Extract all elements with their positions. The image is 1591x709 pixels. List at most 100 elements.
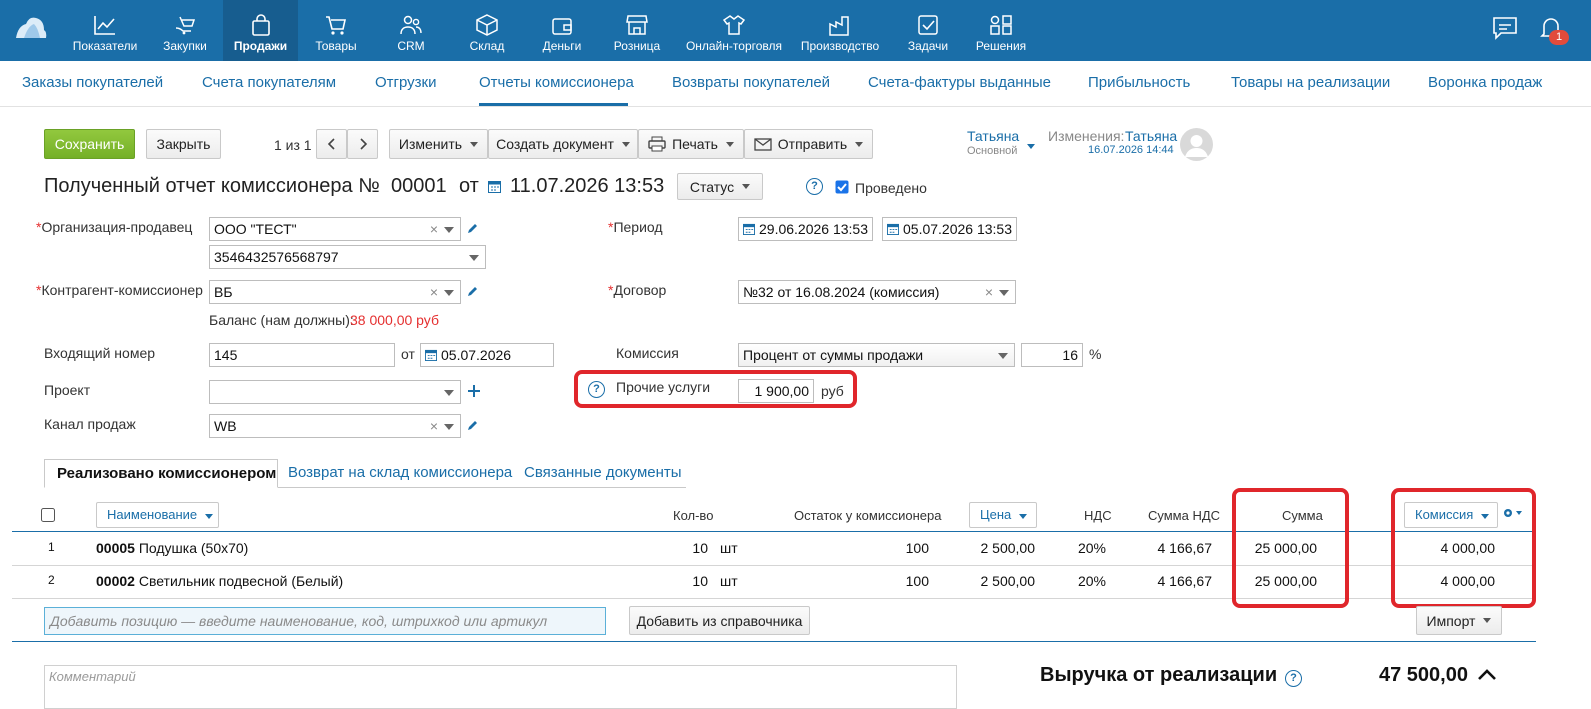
posted-checkbox[interactable] xyxy=(835,180,849,194)
calendar-icon[interactable] xyxy=(887,223,899,235)
nav-item-crm[interactable]: CRM xyxy=(378,0,444,61)
chevron-up-icon[interactable] xyxy=(1477,667,1497,681)
dropdown-arrow-icon[interactable] xyxy=(444,424,454,430)
subnav-shipments[interactable]: Отгрузки xyxy=(375,74,437,91)
close-button[interactable]: Закрыть xyxy=(146,129,221,159)
help-icon[interactable]: ? xyxy=(1285,670,1302,687)
commission-percent-input[interactable]: 16 xyxy=(1021,343,1083,367)
import-button[interactable]: Импорт xyxy=(1416,606,1502,635)
clear-icon[interactable]: × xyxy=(985,284,993,300)
highlight-commission-column xyxy=(1391,488,1536,608)
incoming-date-input[interactable]: 05.07.2026 xyxy=(420,343,554,367)
save-button[interactable]: Сохранить xyxy=(44,129,135,159)
clear-icon[interactable]: × xyxy=(430,284,438,300)
chat-icon[interactable] xyxy=(1492,16,1518,40)
nav-item-purchases[interactable]: Закупки xyxy=(152,0,218,61)
dropdown-arrow-icon[interactable] xyxy=(999,290,1009,296)
edit-pencil-icon[interactable] xyxy=(467,222,479,234)
tab-return-to-warehouse[interactable]: Возврат на склад комиссионера xyxy=(276,459,524,488)
project-select[interactable] xyxy=(209,380,461,404)
table-footer-line xyxy=(12,641,1536,642)
nav-item-production[interactable]: Производство xyxy=(795,0,885,61)
subnav-customer-returns[interactable]: Возвраты покупателей xyxy=(672,74,830,91)
row-qty[interactable]: 10 xyxy=(660,573,708,589)
row-price[interactable]: 2 500,00 xyxy=(960,573,1036,589)
edit-menu-button[interactable]: Изменить xyxy=(389,129,488,159)
channel-select[interactable]: WB × xyxy=(209,414,461,438)
dropdown-arrow-icon[interactable] xyxy=(444,227,454,233)
calendar-icon[interactable] xyxy=(743,223,755,235)
contractor-value: ВБ xyxy=(214,284,233,300)
add-position-input[interactable]: Добавить позицию — введите наименование,… xyxy=(44,607,606,635)
create-document-button[interactable]: Создать документ xyxy=(488,129,638,159)
nav-item-tasks[interactable]: Задачи xyxy=(895,0,961,61)
doc-date[interactable]: 11.07.2026 13:53 xyxy=(510,175,664,198)
edit-pencil-icon[interactable] xyxy=(467,285,479,297)
row-vat[interactable]: 20% xyxy=(1070,540,1106,556)
changes-user[interactable]: Татьяна xyxy=(1125,128,1177,144)
add-project-icon[interactable] xyxy=(467,384,481,398)
subnav-goods-on-sale[interactable]: Товары на реализации xyxy=(1231,74,1390,91)
nav-item-solutions[interactable]: Решения xyxy=(968,0,1034,61)
row-unit: шт xyxy=(720,573,738,589)
shirt-tag-icon xyxy=(722,15,746,35)
price-column-sort[interactable]: Цена xyxy=(969,502,1037,528)
row-name[interactable]: 00005 Подушка (50х70) xyxy=(96,540,248,556)
add-from-catalog-button[interactable]: Добавить из справочника xyxy=(629,606,810,635)
avatar[interactable] xyxy=(1180,128,1213,161)
contractor-select[interactable]: ВБ × xyxy=(209,280,461,304)
calendar-icon[interactable] xyxy=(425,349,437,361)
nav-item-goods[interactable]: Товары xyxy=(303,0,369,61)
nav-item-warehouse[interactable]: Склад xyxy=(454,0,520,61)
owner-dropdown-icon[interactable] xyxy=(1027,144,1035,149)
owner-name[interactable]: Татьяна xyxy=(967,128,1019,144)
row-vat[interactable]: 20% xyxy=(1070,573,1106,589)
period-from-input[interactable]: 29.06.2026 13:53 xyxy=(738,217,873,241)
subnav-customer-orders[interactable]: Заказы покупателей xyxy=(22,74,163,91)
org-label-text: Организация-продавец xyxy=(41,219,193,235)
account-select[interactable]: 3546432576568797 xyxy=(209,245,486,269)
tab-sold-by-commissioner[interactable]: Реализовано комиссионером xyxy=(44,459,278,488)
comment-textarea[interactable]: Комментарий xyxy=(44,665,957,709)
edit-pencil-icon[interactable] xyxy=(467,419,479,431)
incoming-number-input[interactable]: 145 xyxy=(209,343,395,367)
percent-sign: % xyxy=(1089,346,1102,362)
app-logo[interactable] xyxy=(14,14,48,40)
prev-button[interactable] xyxy=(316,129,347,159)
period-to-input[interactable]: 05.07.2026 13:53 xyxy=(882,217,1017,241)
contract-select[interactable]: №32 от 16.08.2024 (комиссия) × xyxy=(738,280,1016,304)
subnav-commission-reports[interactable]: Отчеты комиссионера xyxy=(479,74,634,91)
dropdown-arrow-icon[interactable] xyxy=(469,255,479,261)
name-column-sort[interactable]: Наименование xyxy=(96,502,219,528)
select-all-checkbox[interactable] xyxy=(41,508,55,522)
dropdown-arrow-icon[interactable] xyxy=(444,290,454,296)
dropdown-arrow-icon[interactable] xyxy=(998,353,1008,359)
subnav-sales-funnel[interactable]: Воронка продаж xyxy=(1428,74,1542,91)
send-button[interactable]: Отправить xyxy=(744,129,873,159)
nav-item-sales[interactable]: Продажи xyxy=(223,0,298,61)
row-name[interactable]: 00002 Светильник подвесной (Белый) xyxy=(96,573,343,589)
nav-item-indicators[interactable]: Показатели xyxy=(64,0,146,61)
nav-item-retail[interactable]: Розница xyxy=(604,0,670,61)
nav-item-money[interactable]: Деньги xyxy=(529,0,595,61)
help-icon[interactable]: ? xyxy=(806,178,823,195)
clear-icon[interactable]: × xyxy=(430,221,438,237)
commission-type-select[interactable]: Процент от суммы продажи xyxy=(738,343,1015,367)
row-unit: шт xyxy=(720,540,738,556)
subnav-profitability[interactable]: Прибыльность xyxy=(1088,74,1190,91)
shopping-bag-icon xyxy=(251,14,270,36)
subnav-customer-invoices[interactable]: Счета покупателям xyxy=(202,74,336,91)
subnav-invoices-issued[interactable]: Счета-фактуры выданные xyxy=(868,74,1051,91)
status-dropdown[interactable]: Статус xyxy=(677,173,763,200)
calendar-icon[interactable] xyxy=(488,180,501,193)
nav-item-online-trade[interactable]: Онлайн-торговля xyxy=(680,0,788,61)
next-button[interactable] xyxy=(347,129,378,159)
org-select[interactable]: ООО "ТЕСТ" × xyxy=(209,217,461,241)
row-qty[interactable]: 10 xyxy=(660,540,708,556)
row-price[interactable]: 2 500,00 xyxy=(960,540,1036,556)
tab-related-documents[interactable]: Связанные документы xyxy=(512,459,694,488)
clear-icon[interactable]: × xyxy=(430,418,438,434)
dropdown-arrow-icon[interactable] xyxy=(444,390,454,396)
print-button[interactable]: Печать xyxy=(638,129,744,159)
doc-number[interactable]: 00001 xyxy=(391,175,447,198)
